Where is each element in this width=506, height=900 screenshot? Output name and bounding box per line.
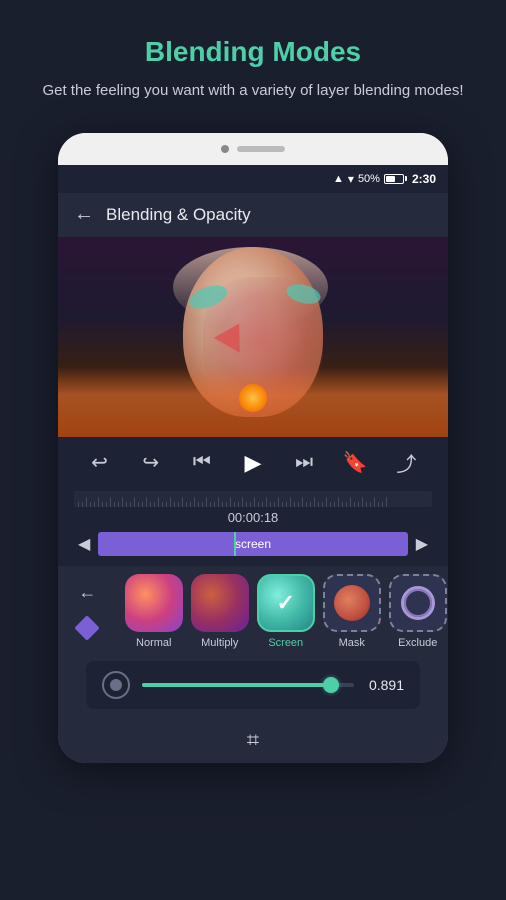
redo-button[interactable]: ↪: [133, 445, 169, 481]
export-button[interactable]: ⤴: [388, 445, 424, 481]
normal-label: Normal: [136, 637, 171, 649]
mask-label: Mask: [339, 637, 365, 649]
battery-percent: 50%: [358, 173, 380, 185]
phone-mockup: ▲ ▾ 50% 2:30 ← Blending & Opacity: [58, 133, 448, 763]
multiply-thumb: [191, 574, 249, 632]
timeline-section: 00:00:18 ◀ screen ▶: [58, 489, 448, 566]
sun-shape: [239, 384, 267, 412]
opacity-control: 0.891: [86, 661, 420, 709]
phone-notch: [58, 133, 448, 165]
video-preview: [58, 237, 448, 437]
signal-icon: ▲: [333, 173, 344, 185]
check-icon: ✓: [277, 590, 295, 616]
timeline-track: ◀ screen ▶: [74, 528, 432, 560]
diamond-icon: [75, 615, 100, 640]
track-bar[interactable]: screen: [98, 532, 407, 556]
screen-label: Screen: [268, 637, 303, 649]
skip-start-button[interactable]: ⏮: [184, 445, 220, 481]
blend-mode-exclude[interactable]: Exclude: [389, 574, 447, 649]
mask-thumb: [323, 574, 381, 632]
blend-modes-list: Normal Multiply ✓ Screen: [117, 566, 448, 653]
exclude-label: Exclude: [398, 637, 437, 649]
back-button[interactable]: ←: [74, 203, 94, 226]
opacity-value: 0.891: [366, 677, 404, 693]
screen-title: Blending & Opacity: [106, 205, 251, 225]
page-title: Blending Modes: [40, 36, 466, 68]
status-time: 2:30: [412, 172, 436, 186]
exclude-thumb: [389, 574, 447, 632]
page-subtitle: Get the feeling you want with a variety …: [40, 80, 466, 103]
blend-mode-screen[interactable]: ✓ Screen: [257, 574, 315, 649]
track-label: screen: [235, 537, 271, 551]
bottom-panel: ← Normal Multiply ✓: [58, 566, 448, 763]
blend-mode-mask[interactable]: Mask: [323, 574, 381, 649]
crop-button[interactable]: ⌗: [247, 727, 259, 753]
track-next-button[interactable]: ▶: [412, 534, 432, 554]
undo-button[interactable]: ↩: [82, 445, 118, 481]
header-section: Blending Modes Get the feeling you want …: [0, 0, 506, 123]
phone-speaker: [237, 146, 285, 152]
battery-icon: [384, 174, 404, 184]
opacity-icon[interactable]: [102, 671, 130, 699]
status-bar: ▲ ▾ 50% 2:30: [58, 165, 448, 193]
playback-controls: ↩ ↪ ⏮ ▶ ⏭ 🔖 ⤴: [58, 437, 448, 489]
app-screen: ▲ ▾ 50% 2:30 ← Blending & Opacity: [58, 165, 448, 763]
bookmark-button[interactable]: 🔖: [337, 445, 373, 481]
blend-mode-multiply[interactable]: Multiply: [191, 574, 249, 649]
ruler-marks: [74, 491, 432, 507]
opacity-thumb: [323, 677, 339, 693]
normal-thumb: [125, 574, 183, 632]
opacity-slider[interactable]: [142, 683, 354, 687]
screen-thumb: ✓: [257, 574, 315, 632]
multiply-label: Multiply: [201, 637, 238, 649]
app-header: ← Blending & Opacity: [58, 193, 448, 237]
timeline-ruler: [74, 491, 432, 507]
tools-row: ← Normal Multiply ✓: [58, 566, 448, 653]
phone-camera: [221, 145, 229, 153]
crop-tool-row: ⌗: [58, 717, 448, 763]
playhead: [234, 532, 236, 556]
track-prev-button[interactable]: ◀: [74, 534, 94, 554]
blend-mode-normal[interactable]: Normal: [125, 574, 183, 649]
skip-end-button[interactable]: ⏭: [286, 445, 322, 481]
video-canvas: [58, 237, 448, 437]
back-tool-button[interactable]: ←: [78, 582, 96, 603]
wifi-icon: ▾: [348, 172, 354, 186]
play-button[interactable]: ▶: [235, 445, 271, 481]
timecode-display: 00:00:18: [58, 507, 448, 528]
